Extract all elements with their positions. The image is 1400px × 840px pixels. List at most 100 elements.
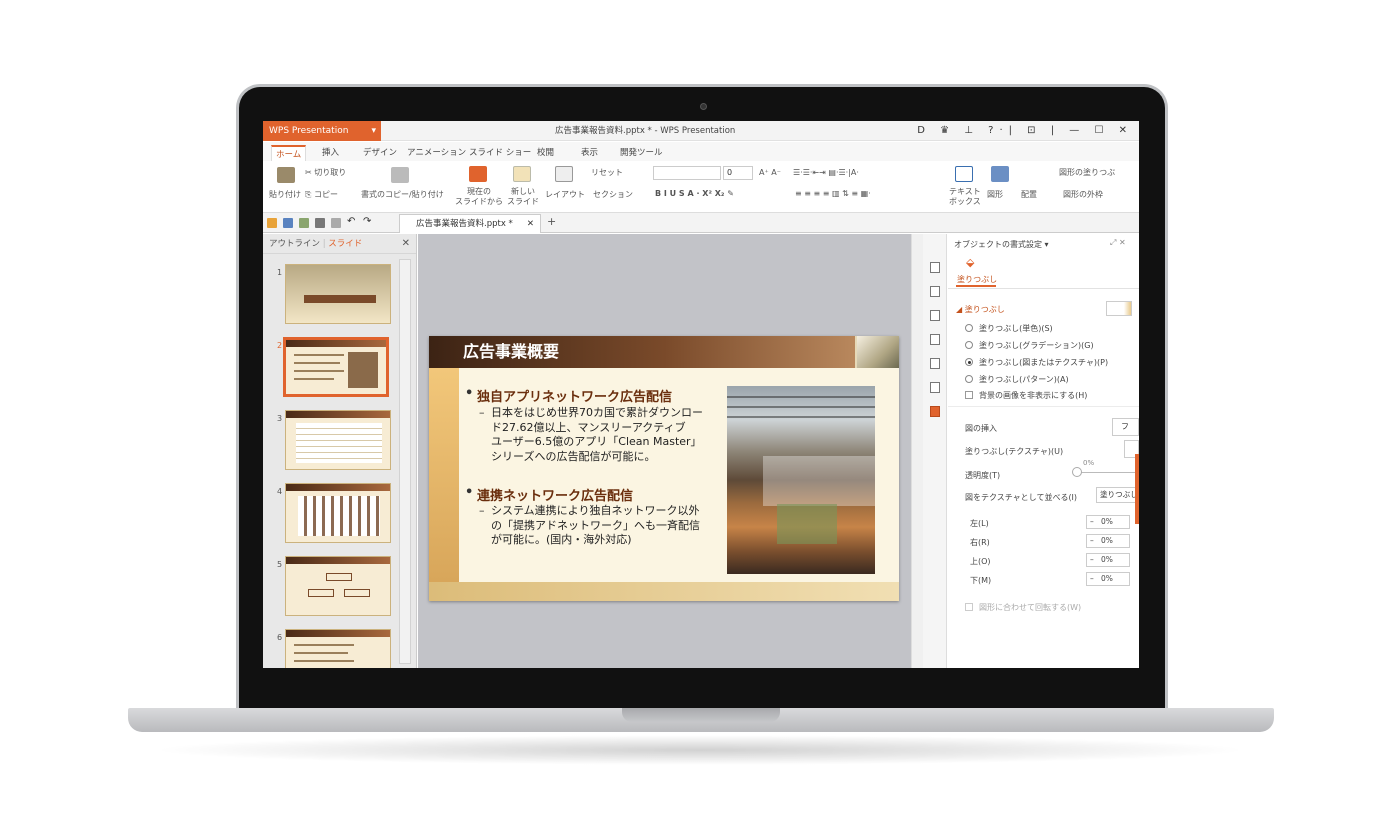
tab-animation[interactable]: アニメーション (403, 145, 470, 162)
rotate-with-shape-checkbox[interactable] (965, 603, 973, 611)
slides-scrollbar[interactable] (399, 259, 411, 664)
save-icon[interactable] (283, 218, 293, 228)
redo-icon[interactable]: ↷ (363, 217, 373, 227)
new-slide-icon[interactable] (513, 166, 531, 182)
cut-label: 切り取り (314, 168, 347, 177)
bullet-heading[interactable]: 連携ネットワーク広告配信 (465, 485, 633, 504)
shape-fill-button[interactable]: 図形の塗りつぶ (1059, 167, 1115, 178)
paste-icon[interactable] (277, 167, 295, 183)
bullet-text[interactable]: システム連携により独自ネットワーク以外 の「提携アドネットワーク」へも一斉配信 … (491, 504, 731, 548)
font-grow-buttons[interactable]: A⁺ A⁻ (759, 168, 781, 177)
paragraph-list-buttons[interactable]: ☰·☰·⇤⇥ ▤·☰·|A· (793, 168, 859, 177)
tab-fill[interactable]: 塗りつぶし (957, 274, 997, 285)
app-menu-button[interactable]: WPS Presentation ▾ (263, 121, 381, 141)
radio-picture-label[interactable]: 塗りつぶし(図またはテクスチャ)(P) (979, 357, 1108, 368)
shape-outline-button[interactable]: 図形の外枠 (1063, 189, 1103, 200)
radio-solid[interactable] (965, 324, 973, 332)
fill-color-picker[interactable] (1106, 301, 1132, 316)
radio-gradient-label[interactable]: 塗りつぶし(グラデーション)(G) (979, 340, 1094, 351)
cut-button[interactable]: ✂ 切り取り (305, 167, 346, 178)
textbox-icon[interactable] (955, 166, 973, 182)
ribbon: 貼り付け ✂ 切り取り ⎘ コピー 書式のコピー/貼り付け 現在の スライドから… (263, 161, 1139, 213)
new-slide-button[interactable]: 新しい スライド (507, 187, 539, 207)
reset-button[interactable]: リセット (591, 167, 623, 178)
image-icon[interactable] (930, 382, 940, 393)
bullet-text[interactable]: 日本をはじめ世界70カ国で累計ダウンロー ド27.62億以上、マンスリーアクティ… (491, 406, 731, 464)
slide-title[interactable]: 広告事業概要 (463, 336, 559, 368)
slide-thumbnail[interactable]: 4 (263, 483, 403, 545)
slide-thumbnail[interactable]: 3 (263, 410, 403, 472)
tab-insert[interactable]: 挿入 (318, 145, 343, 162)
slide-thumbnail[interactable]: 6 (263, 629, 403, 668)
copy-button[interactable]: ⎘ コピー (305, 189, 338, 200)
radio-solid-label[interactable]: 塗りつぶし(単色)(S) (979, 323, 1053, 334)
open-icon[interactable] (267, 218, 277, 228)
paste-button[interactable]: 貼り付け (269, 189, 301, 200)
arrange-button[interactable]: 配置 (1021, 189, 1037, 200)
shape-icon[interactable] (991, 166, 1009, 182)
slider-handle[interactable] (1072, 467, 1082, 477)
shape-button[interactable]: 図形 (987, 189, 1003, 200)
tab-home[interactable]: ホーム (271, 145, 307, 162)
current-slide[interactable]: 広告事業概要 独自アプリネットワーク広告配信 – 日本をはじめ世界70カ国で累計… (429, 336, 899, 601)
slide-content[interactable]: 独自アプリネットワーク広告配信 – 日本をはじめ世界70カ国で累計ダウンロー ド… (459, 368, 899, 582)
copy-icon[interactable] (930, 286, 940, 297)
textbox-button[interactable]: テキスト ボックス (949, 187, 981, 207)
layout-icon[interactable] (555, 166, 573, 182)
radio-gradient[interactable] (965, 341, 973, 349)
frame-icon[interactable] (930, 334, 940, 345)
radio-pattern[interactable] (965, 375, 973, 383)
radio-pattern-label[interactable]: 塗りつぶし(パターン)(A) (979, 374, 1069, 385)
bullet-heading[interactable]: 独自アプリネットワーク広告配信 (465, 386, 672, 405)
from-current-icon[interactable] (469, 166, 487, 182)
format-painter-button[interactable]: 書式のコピー/貼り付け (361, 189, 444, 200)
tab-review[interactable]: 校閲 (533, 145, 558, 162)
panel-controls[interactable]: ⤢ ✕ (1110, 238, 1126, 248)
offset-top-input[interactable]: –0% (1086, 553, 1130, 567)
preview-icon[interactable] (331, 218, 341, 228)
tab-design[interactable]: デザイン (359, 145, 401, 162)
print-icon[interactable] (315, 218, 325, 228)
offset-right-input[interactable]: –0% (1086, 534, 1130, 548)
canvas-scrollbar[interactable] (911, 234, 923, 668)
fill-section-header[interactable]: ◢ 塗りつぶし (956, 304, 1005, 315)
font-size-select[interactable]: 0 (723, 166, 753, 180)
close-tab-icon[interactable]: ✕ (527, 215, 534, 233)
offset-left-input[interactable]: –0% (1086, 515, 1130, 529)
layers-icon[interactable] (930, 310, 940, 321)
tab-slides[interactable]: スライド (328, 239, 362, 249)
slide-thumbnail-selected[interactable]: 2 (263, 337, 403, 399)
tab-slideshow[interactable]: スライド ショー (465, 145, 535, 162)
panel-edge-tab[interactable] (1135, 454, 1139, 524)
format-painter-icon[interactable] (391, 167, 409, 183)
text-format-buttons[interactable]: B I U S A · X² X₂ ✎ (655, 189, 734, 198)
add-tab-icon[interactable]: + (547, 215, 556, 228)
undo-icon[interactable]: ↶ (347, 217, 357, 227)
from-current-button[interactable]: 現在の スライドから (455, 187, 503, 207)
layout-button[interactable]: レイアウト (545, 189, 585, 200)
radio-picture[interactable] (965, 358, 973, 366)
hide-bg-label[interactable]: 背景の画像を非表示にする(H) (979, 390, 1087, 401)
tab-developer[interactable]: 開発ツール (616, 145, 667, 162)
close-panel-icon[interactable]: ✕ (402, 234, 410, 254)
window-controls[interactable]: D ♛ ⊥ ?·| ⊡ | — ☐ ✕ (917, 121, 1133, 141)
tab-outline[interactable]: アウトライン (269, 239, 320, 249)
font-family-select[interactable] (653, 166, 721, 180)
slide-thumbnail[interactable]: 5 (263, 556, 403, 618)
rotate-with-shape-label[interactable]: 図形に合わせて回転する(W) (979, 602, 1081, 613)
offset-bottom-input[interactable]: –0% (1086, 572, 1130, 586)
section-button[interactable]: セクション (593, 189, 633, 200)
office-photo[interactable] (727, 386, 875, 574)
transparency-slider[interactable] (1076, 472, 1139, 473)
document-tab[interactable]: 広告事業報告資料.pptx * ✕ (399, 214, 541, 233)
export-icon[interactable] (299, 218, 309, 228)
insert-picture-button[interactable]: フ (1112, 418, 1139, 436)
grid-icon[interactable] (930, 358, 940, 369)
align-buttons[interactable]: ≡ ≡ ≡ ≡ ▥ ⇅ ≡ ▦· (795, 189, 871, 198)
tab-view[interactable]: 表示 (577, 145, 602, 162)
tile-select[interactable]: 塗りつぶし (1096, 487, 1139, 503)
hide-bg-checkbox[interactable] (965, 391, 973, 399)
slide-thumbnail[interactable]: 1 (263, 264, 403, 326)
format-icon[interactable] (930, 406, 940, 417)
page-icon[interactable] (930, 262, 940, 273)
